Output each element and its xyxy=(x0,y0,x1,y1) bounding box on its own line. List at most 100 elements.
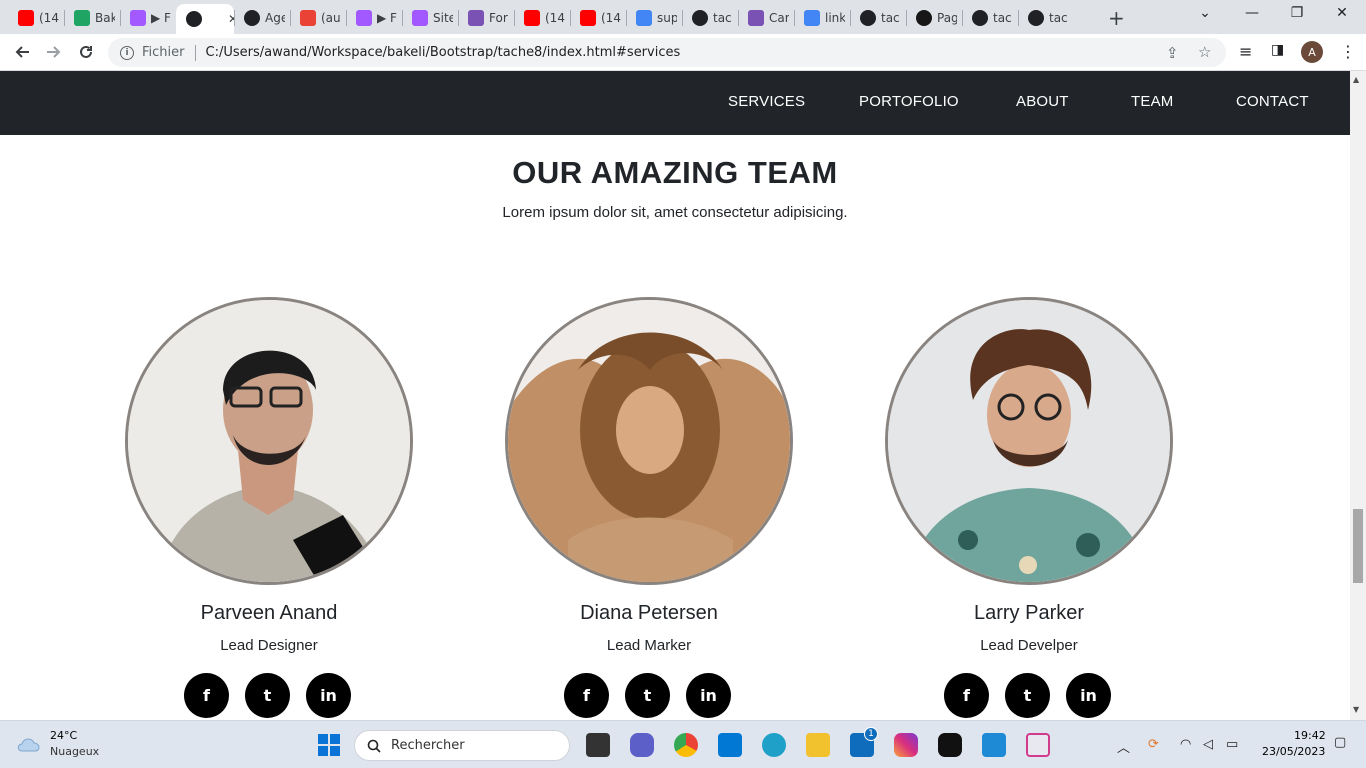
show-hidden-icons-chevron-icon[interactable]: ︿ xyxy=(1117,737,1130,756)
browser-tab[interactable]: ▶ F xyxy=(120,4,176,32)
cloud-weather-icon[interactable] xyxy=(16,734,42,752)
url-text[interactable]: C:/Users/awand/Workspace/bakeli/Bootstra… xyxy=(206,45,681,60)
share-icon[interactable]: ⇪ xyxy=(1166,44,1179,62)
windows-start-icon[interactable] xyxy=(317,733,341,757)
twitter-button[interactable]: t xyxy=(245,673,290,718)
weather-description[interactable]: Nuageux xyxy=(50,745,99,758)
browser-tab[interactable]: For xyxy=(458,4,514,32)
back-arrow-icon xyxy=(15,46,29,58)
maximize-button[interactable]: ❐ xyxy=(1277,5,1317,21)
taskbar-search-box[interactable]: Rechercher xyxy=(354,730,570,761)
browser-tab[interactable]: tac xyxy=(962,4,1018,32)
facebook-button[interactable]: f xyxy=(184,673,229,718)
browser-tab[interactable]: (14 xyxy=(514,4,570,32)
youtube-icon xyxy=(580,10,596,26)
browser-tab[interactable]: (14 xyxy=(570,4,626,32)
minimize-button[interactable]: — xyxy=(1232,5,1272,21)
member-photo xyxy=(505,297,793,585)
browser-tab[interactable]: sup xyxy=(626,4,682,32)
search-placeholder: Rechercher xyxy=(391,738,465,753)
vscode-icon[interactable] xyxy=(982,733,1006,757)
scroll-down-arrow-icon[interactable]: ▼ xyxy=(1353,705,1359,714)
member-name: Larry Parker xyxy=(973,602,1085,624)
teams-chat-icon[interactable] xyxy=(630,733,654,757)
site-info-icon[interactable]: i xyxy=(120,45,134,60)
instagram-icon[interactable] xyxy=(894,733,918,757)
page-scrollbar[interactable]: ▲ ▼ xyxy=(1350,71,1366,720)
nav-link-services[interactable]: SERVICES xyxy=(728,93,805,110)
google-icon xyxy=(636,10,652,26)
reload-button[interactable] xyxy=(74,40,98,64)
clock-date[interactable]: 23/05/2023 xyxy=(1262,745,1325,758)
linkedin-button[interactable]: in xyxy=(1066,673,1111,718)
browser-tab[interactable]: tac xyxy=(1018,4,1074,32)
tab-title: sup xyxy=(657,11,677,25)
browser-tab[interactable]: link xyxy=(794,4,850,32)
tab-title: (14 xyxy=(601,11,621,25)
linkedin-button[interactable]: in xyxy=(686,673,731,718)
tab-title: tac xyxy=(1049,11,1068,25)
address-bar[interactable]: i Fichier C:/Users/awand/Workspace/bakel… xyxy=(108,38,1226,67)
person-portrait-image xyxy=(128,300,410,582)
team-member-card: Parveen Anand Lead Designer f t in xyxy=(125,297,413,720)
forward-button[interactable] xyxy=(42,40,66,64)
nav-link-about[interactable]: ABOUT xyxy=(1016,93,1069,110)
new-tab-button[interactable]: + xyxy=(1108,6,1125,30)
browser-tab[interactable]: ▶ F xyxy=(346,4,402,32)
browser-menu-icon[interactable]: ⋮ xyxy=(1340,42,1356,61)
browser-tab[interactable]: Site xyxy=(402,4,458,32)
reading-list-icon[interactable]: ≡ xyxy=(1239,42,1252,61)
wifi-icon[interactable]: ◠ xyxy=(1180,737,1191,752)
browser-tab[interactable]: tac xyxy=(682,4,738,32)
snipping-tool-icon[interactable] xyxy=(1026,733,1050,757)
facebook-button[interactable]: f xyxy=(564,673,609,718)
clock-time[interactable]: 19:42 xyxy=(1294,729,1326,742)
notifications-icon[interactable]: ▢ xyxy=(1334,735,1346,750)
browser-tab[interactable]: Pag xyxy=(906,4,962,32)
edge-icon[interactable] xyxy=(762,733,786,757)
figma-icon xyxy=(356,10,372,26)
nav-link-contact[interactable]: CONTACT xyxy=(1236,93,1309,110)
side-panel-icon[interactable]: ◨ xyxy=(1271,42,1284,58)
tab-title: Car xyxy=(769,11,789,25)
browser-tab[interactable]: Age xyxy=(234,4,290,32)
figma-icon xyxy=(130,10,146,26)
microsoft-store-icon[interactable] xyxy=(718,733,742,757)
scrollbar-thumb[interactable] xyxy=(1353,509,1363,583)
mail-icon[interactable]: 1 xyxy=(850,727,878,757)
sync-icon[interactable]: ⟳ xyxy=(1148,737,1159,752)
bookmark-star-icon[interactable]: ☆ xyxy=(1198,43,1211,61)
nav-link-team[interactable]: TEAM xyxy=(1131,93,1173,110)
browser-tab[interactable]: tac xyxy=(850,4,906,32)
nav-link-portofolio[interactable]: PORTOFOLIO xyxy=(859,93,959,110)
volume-icon[interactable]: ◁ xyxy=(1203,737,1213,752)
google-icon xyxy=(804,10,820,26)
back-button[interactable] xyxy=(10,40,34,64)
facebook-button[interactable]: f xyxy=(944,673,989,718)
browser-tab[interactable]: (14 xyxy=(8,4,64,32)
tab-title: tac xyxy=(713,11,732,25)
web-page: SERVICES PORTOFOLIO ABOUT TEAM CONTACT O… xyxy=(0,71,1350,720)
battery-icon[interactable]: ▭ xyxy=(1226,737,1238,752)
globe-icon xyxy=(972,10,988,26)
scroll-up-arrow-icon[interactable]: ▲ xyxy=(1353,75,1359,84)
file-explorer-icon[interactable] xyxy=(806,733,830,757)
tiktok-icon[interactable] xyxy=(938,733,962,757)
twitter-button[interactable]: t xyxy=(1005,673,1050,718)
linkedin-button[interactable]: in xyxy=(306,673,351,718)
tab-search-chevron-icon[interactable]: ⌄ xyxy=(1185,5,1225,21)
chrome-app-icon[interactable] xyxy=(674,733,698,757)
browser-tab[interactable]: Bak xyxy=(64,4,120,32)
globe-icon xyxy=(860,10,876,26)
profile-avatar[interactable]: A xyxy=(1301,41,1323,63)
browser-tab[interactable]: Car xyxy=(738,4,794,32)
browser-tab[interactable]: ✕ xyxy=(176,4,234,34)
social-links: f t in xyxy=(564,673,734,719)
member-photo xyxy=(885,297,1173,585)
task-view-icon[interactable] xyxy=(586,733,610,757)
close-window-button[interactable]: ✕ xyxy=(1322,5,1362,21)
weather-temperature[interactable]: 24°C xyxy=(50,729,77,742)
twitter-icon: t xyxy=(643,686,652,705)
twitter-button[interactable]: t xyxy=(625,673,670,718)
browser-tab[interactable]: (au xyxy=(290,4,346,32)
